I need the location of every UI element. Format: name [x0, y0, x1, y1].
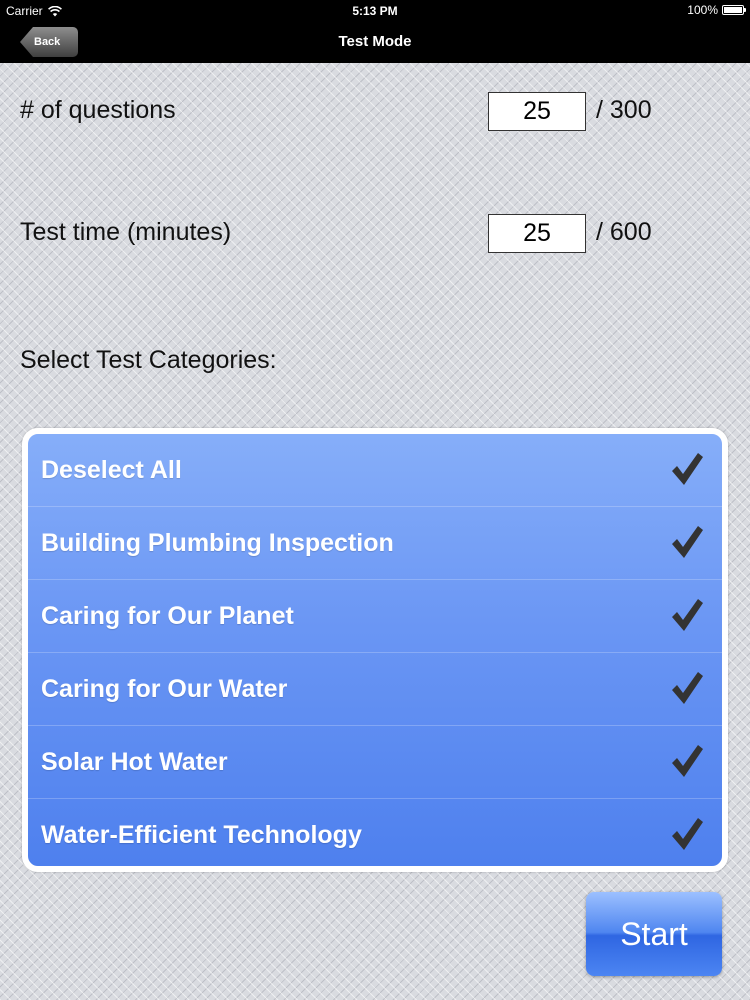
category-list: Deselect All Building Plumbing Inspectio…: [22, 428, 728, 872]
status-bar: Carrier 5:13 PM 100%: [0, 0, 750, 22]
category-item-caring-for-our-water[interactable]: Caring for Our Water: [28, 653, 722, 726]
checkmark-icon: [672, 818, 703, 850]
checkmark-icon: [672, 672, 703, 704]
test-time-input[interactable]: [488, 214, 586, 253]
checkmark-icon: [672, 453, 703, 485]
category-item-building-plumbing-inspection[interactable]: Building Plumbing Inspection: [28, 507, 722, 580]
test-time-label: Test time (minutes): [20, 218, 232, 246]
category-label: Caring for Our Water: [41, 675, 288, 703]
nav-title: Test Mode: [338, 33, 412, 50]
top-bar: Carrier 5:13 PM 100% Back Test Mode: [0, 0, 750, 63]
category-item-water-efficient-technology[interactable]: Water-Efficient Technology: [28, 799, 722, 866]
questions-max: / 300: [596, 96, 652, 124]
category-item-caring-for-our-planet[interactable]: Caring for Our Planet: [28, 580, 722, 653]
category-label: Water-Efficient Technology: [41, 821, 362, 849]
category-label: Caring for Our Planet: [41, 602, 294, 630]
category-item-solar-hot-water[interactable]: Solar Hot Water: [28, 726, 722, 799]
start-button[interactable]: Start: [586, 892, 722, 976]
questions-label: # of questions: [20, 96, 176, 124]
test-time-max: / 600: [596, 218, 652, 246]
status-time: 5:13 PM: [352, 4, 398, 18]
navigation-bar: Back Test Mode: [0, 22, 750, 63]
category-label: Deselect All: [41, 456, 182, 484]
checkmark-icon: [672, 599, 703, 631]
category-item-deselect-all[interactable]: Deselect All: [28, 434, 722, 507]
battery-group: 100%: [687, 3, 746, 17]
battery-percent: 100%: [687, 3, 718, 17]
checkmark-icon: [672, 526, 703, 558]
questions-input[interactable]: [488, 92, 586, 131]
category-label: Solar Hot Water: [41, 748, 228, 776]
categories-heading: Select Test Categories:: [20, 346, 277, 374]
checkmark-icon: [672, 745, 703, 777]
category-label: Building Plumbing Inspection: [41, 529, 394, 557]
battery-icon: [722, 5, 746, 15]
